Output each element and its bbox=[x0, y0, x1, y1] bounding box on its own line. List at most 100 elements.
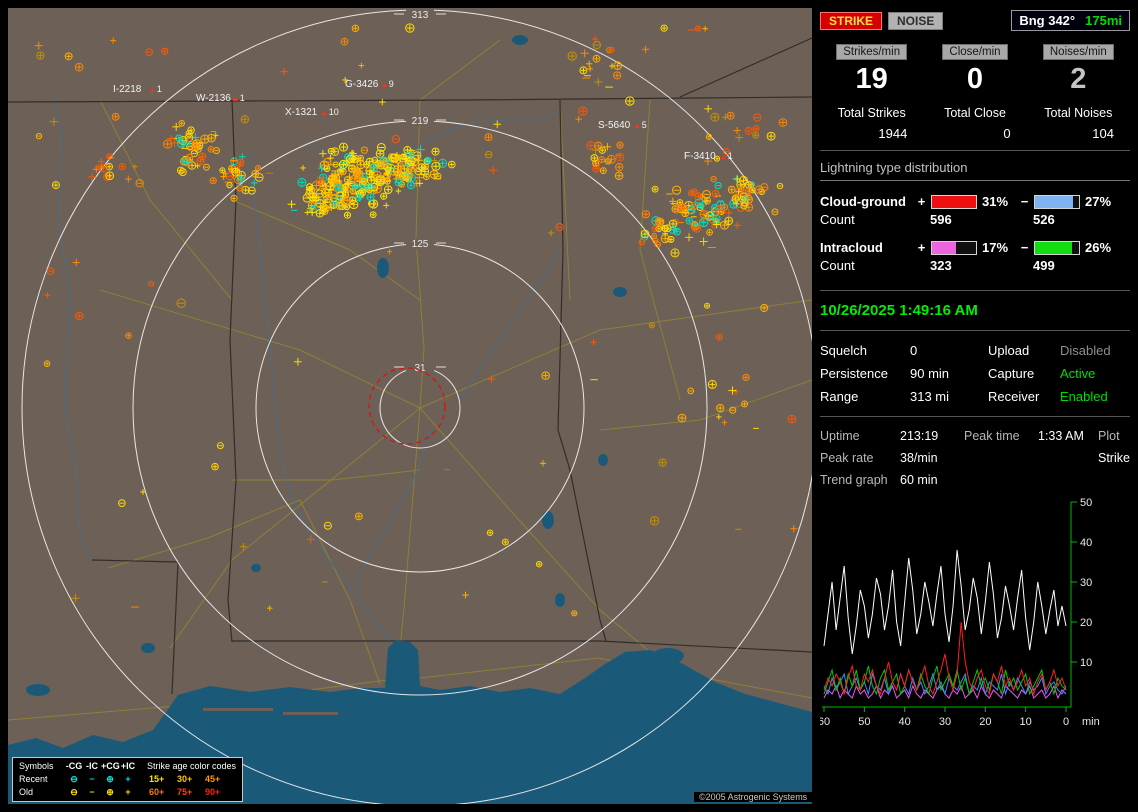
count-label: Count bbox=[820, 258, 912, 273]
range-value: 313 mi bbox=[910, 389, 988, 404]
legend-header-row: Symbols -CG -IC +CG +IC Strike age color… bbox=[19, 760, 236, 773]
neg-ic-symbol-icon: − bbox=[83, 773, 101, 786]
bearing-distance: 175mi bbox=[1085, 13, 1122, 28]
noise-toggle-button[interactable]: NOISE bbox=[888, 12, 943, 30]
svg-text:10: 10 bbox=[1080, 657, 1092, 669]
ic-negative-count: 499 bbox=[1015, 258, 1118, 273]
bearing-display: Bng 342° 175mi bbox=[1011, 10, 1130, 31]
age-75-label: 75+ bbox=[177, 786, 203, 799]
totals-row: Total Strikes 1944 Total Close 0 Total N… bbox=[820, 106, 1130, 141]
legend-col-neg-cg: -CG bbox=[65, 760, 83, 773]
capture-label: Capture bbox=[988, 366, 1060, 381]
range-label: Range bbox=[820, 389, 910, 404]
svg-text:G-3426: G-3426 bbox=[345, 79, 379, 90]
legend-age-title: Strike age color codes bbox=[147, 760, 236, 773]
close-per-min-value: 0 bbox=[923, 63, 1026, 96]
ic-negative-bar bbox=[1034, 241, 1080, 255]
plus-sign: + bbox=[917, 194, 926, 209]
total-noises-label: Total Noises bbox=[1027, 106, 1130, 120]
svg-text:min: min bbox=[1082, 716, 1100, 728]
svg-text:1: 1 bbox=[157, 84, 162, 94]
svg-text:20: 20 bbox=[1080, 617, 1092, 629]
bearing-label: Bng 342° bbox=[1019, 13, 1075, 28]
legend-recent-label: Recent bbox=[19, 773, 65, 786]
cloud-ground-row: Cloud-ground + 31% − 27% bbox=[820, 194, 1130, 209]
uptime-label: Uptime bbox=[820, 429, 900, 443]
strikes-per-min-button[interactable]: Strikes/min bbox=[836, 44, 907, 60]
svg-text:1: 1 bbox=[240, 93, 245, 103]
ic-negative-pct: 26% bbox=[1085, 240, 1118, 255]
side-panel: STRIKE NOISE Bng 342° 175mi Strikes/min … bbox=[820, 8, 1130, 804]
close-per-min-button[interactable]: Close/min bbox=[942, 44, 1007, 60]
svg-text:125: 125 bbox=[412, 239, 429, 250]
peak-rate-label: Peak rate bbox=[820, 451, 900, 465]
count-label: Count bbox=[820, 212, 912, 227]
strikes-per-min-value: 19 bbox=[820, 63, 923, 96]
svg-text:20: 20 bbox=[979, 716, 991, 728]
persistence-label: Persistence bbox=[820, 366, 910, 381]
legend-symbols-label: Symbols bbox=[19, 760, 65, 773]
legend-old-label: Old bbox=[19, 786, 65, 799]
svg-text:50: 50 bbox=[1080, 498, 1092, 509]
svg-text:30: 30 bbox=[1080, 577, 1092, 589]
total-close-value: 0 bbox=[923, 126, 1026, 141]
rates-row: Strikes/min 19 Close/min 0 Noises/min 2 bbox=[820, 43, 1130, 96]
datetime-display: 10/26/2025 1:49:16 AM bbox=[820, 302, 1130, 319]
svg-text:40: 40 bbox=[1080, 537, 1092, 549]
legend-col-neg-ic: -IC bbox=[83, 760, 101, 773]
legend-old-row: Old ⊖ − ⊕ + 60+ 75+ 90+ bbox=[19, 786, 236, 799]
svg-text:S-5640: S-5640 bbox=[598, 120, 631, 131]
copyright-text: ©2005 Astrogenic Systems bbox=[694, 792, 812, 802]
divider bbox=[820, 330, 1130, 331]
neg-ic-symbol-icon: − bbox=[83, 786, 101, 799]
persistence-value: 90 min bbox=[910, 366, 988, 381]
squelch-label: Squelch bbox=[820, 343, 910, 358]
noises-per-min-button[interactable]: Noises/min bbox=[1043, 44, 1114, 60]
svg-text:X-1321: X-1321 bbox=[285, 107, 318, 118]
svg-text:F-3410: F-3410 bbox=[684, 151, 716, 162]
svg-text:10: 10 bbox=[329, 107, 339, 117]
mode-toolbar: STRIKE NOISE Bng 342° 175mi bbox=[820, 10, 1130, 31]
trend-graph-label: Trend graph bbox=[820, 473, 900, 487]
divider bbox=[820, 290, 1130, 291]
peak-time-label: Peak time bbox=[964, 429, 1038, 443]
total-strikes: Total Strikes 1944 bbox=[820, 106, 923, 141]
cg-positive-count: 596 bbox=[912, 212, 1015, 227]
svg-text:9: 9 bbox=[389, 79, 394, 89]
cloud-ground-label: Cloud-ground bbox=[820, 194, 912, 209]
stats-grid: Uptime 213:19 Peak time 1:33 AM Plot Pea… bbox=[820, 429, 1130, 487]
strike-toggle-button[interactable]: STRIKE bbox=[820, 12, 882, 30]
cg-negative-pct: 27% bbox=[1085, 194, 1118, 209]
svg-text:313: 313 bbox=[412, 10, 429, 21]
uptime-value: 213:19 bbox=[900, 429, 964, 443]
legend-col-pos-cg: +CG bbox=[101, 760, 119, 773]
svg-text:10: 10 bbox=[1020, 716, 1032, 728]
svg-text:40: 40 bbox=[899, 716, 911, 728]
lightning-map[interactable]: 31125219313I-22181W-21361X-132110G-34269… bbox=[8, 8, 812, 804]
svg-text:I-2218: I-2218 bbox=[113, 84, 142, 95]
map-panel[interactable]: 31125219313I-22181W-21361X-132110G-34269… bbox=[8, 8, 812, 804]
cg-positive-pct: 31% bbox=[982, 194, 1015, 209]
intracloud-label: Intracloud bbox=[820, 240, 912, 255]
close-per-min: Close/min 0 bbox=[923, 43, 1026, 96]
divider bbox=[820, 150, 1130, 151]
minus-sign: − bbox=[1020, 240, 1029, 255]
svg-text:0: 0 bbox=[1063, 716, 1069, 728]
cg-positive-bar bbox=[931, 195, 977, 209]
age-30-label: 30+ bbox=[177, 773, 203, 786]
age-90-label: 90+ bbox=[205, 786, 231, 799]
svg-text:60: 60 bbox=[820, 716, 830, 728]
plot-value: Strike bbox=[1098, 451, 1130, 465]
strike-legend: Symbols -CG -IC +CG +IC Strike age color… bbox=[12, 757, 243, 802]
neg-cg-symbol-icon: ⊖ bbox=[65, 773, 83, 786]
pos-ic-symbol-icon: + bbox=[119, 773, 137, 786]
pos-ic-symbol-icon: + bbox=[119, 786, 137, 799]
total-strikes-label: Total Strikes bbox=[820, 106, 923, 120]
total-noises: Total Noises 104 bbox=[1027, 106, 1130, 141]
pos-cg-symbol-icon: ⊕ bbox=[101, 773, 119, 786]
total-close: Total Close 0 bbox=[923, 106, 1026, 141]
total-strikes-value: 1944 bbox=[820, 126, 923, 141]
intracloud-count-row: Count 323 499 bbox=[820, 258, 1130, 273]
divider bbox=[820, 416, 1130, 417]
cloud-ground-count-row: Count 596 526 bbox=[820, 212, 1130, 227]
